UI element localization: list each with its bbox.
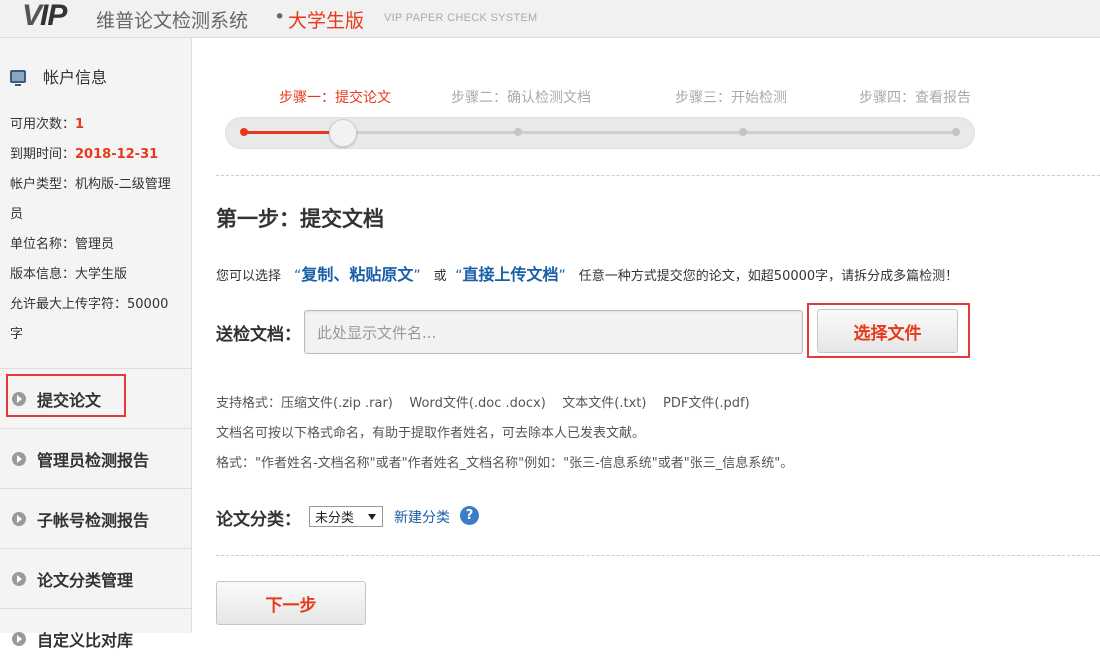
submit-instructions: 您可以选择 “复制、粘贴原文” 或 “直接上传文档” 任意一种方式提交您的论文，…: [216, 261, 958, 285]
account-info: 可用次数：1 到期时间：2018-12-31 帐户类型：机构版-二级管理员 单位…: [10, 110, 180, 350]
step-2-label: 步骤二：确认检测文档: [451, 90, 591, 106]
edition-label: 大学生版: [288, 10, 365, 32]
divider-top: [216, 175, 1100, 176]
step-3-label: 步骤三：开始检测: [675, 90, 787, 106]
nav-subaccount-reports[interactable]: 子帐号检测报告: [0, 488, 191, 548]
help-icon[interactable]: ?: [460, 506, 479, 525]
account-header: 帐户信息: [10, 64, 107, 88]
option-upload-file[interactable]: 直接上传文档: [462, 265, 558, 284]
dropdown-arrow-icon: [368, 514, 376, 520]
remaining-uses-value: 1: [75, 117, 85, 132]
version-info: 版本信息：大学生版: [10, 267, 128, 282]
expiry-date-value: 2018-12-31: [75, 147, 159, 162]
option-paste-text[interactable]: 复制、粘贴原文: [301, 265, 413, 284]
logo[interactable]: V IP: [22, 0, 67, 36]
play-circle-icon: [12, 571, 26, 586]
nav-custom-library[interactable]: 自定义比对库: [0, 608, 191, 668]
title-separator: •: [274, 6, 286, 28]
submit-paper-highlight: [6, 374, 126, 417]
max-upload-chars: 允许最大上传字符：50000字: [10, 297, 169, 342]
divider-bottom: [216, 555, 1100, 556]
nav-label: 自定义比对库: [37, 630, 134, 650]
english-title: VIP PAPER CHECK SYSTEM: [384, 12, 538, 24]
naming-example: 格式："作者姓名-文档名称"或者"作者姓名_文档名称"例如："张三-信息系统"或…: [216, 456, 794, 471]
play-circle-icon: [12, 631, 26, 646]
page-title: 第一步：提交文档: [216, 207, 384, 231]
naming-tip: 文档名可按以下格式命名，有助于提取作者姓名，可去除本人已发表文献。: [216, 426, 646, 441]
choose-file-button[interactable]: 选择文件: [817, 309, 958, 353]
expiry-date: 到期时间：2018-12-31: [10, 140, 180, 170]
supported-formats: 支持格式：压缩文件(.zip .rar) Word文件(.doc .docx) …: [216, 396, 750, 411]
desc-prefix: 您可以选择: [216, 269, 282, 284]
file-label: 送检文档：: [216, 325, 301, 345]
category-select[interactable]: 未分类: [309, 506, 383, 527]
step-node-2: [514, 128, 522, 136]
progress-knob: [329, 119, 357, 147]
quote-open: “: [285, 268, 302, 284]
nav-label: 子帐号检测报告: [37, 510, 150, 530]
remaining-uses-label: 可用次数：: [10, 117, 76, 132]
upload-notes: 支持格式：压缩文件(.zip .rar) Word文件(.doc .docx) …: [216, 389, 793, 479]
nav-category-management[interactable]: 论文分类管理: [0, 548, 191, 608]
site-name: 维普论文检测系统: [96, 10, 249, 32]
expiry-date-label: 到期时间：: [10, 147, 76, 162]
account-type: 帐户类型：机构版-二级管理员: [10, 177, 171, 222]
sidebar: 帐户信息 可用次数：1 到期时间：2018-12-31 帐户类型：机构版-二级管…: [0, 38, 192, 650]
nav-label: 论文分类管理: [37, 570, 134, 590]
step-1-label[interactable]: 步骤一：提交论文: [279, 87, 391, 107]
logo-v: V: [22, 0, 42, 32]
desc-suffix: 任意一种方式提交您的论文，如超50000字，请拆分成多篇检测！: [578, 269, 959, 284]
next-step-button[interactable]: 下一步: [216, 581, 366, 625]
remaining-uses: 可用次数：1: [10, 110, 180, 140]
account-title: 帐户信息: [43, 68, 108, 87]
play-circle-icon: [12, 511, 26, 526]
logo-ip: IP: [40, 0, 67, 32]
step-node-4: [952, 128, 960, 136]
step-node-1: [240, 128, 248, 136]
step-4-label: 步骤四：查看报告: [859, 90, 971, 106]
quote-close: ”: [413, 268, 430, 284]
organization-name: 单位名称：管理员: [10, 237, 115, 252]
header: V IP 维普论文检测系统 • 大学生版 VIP PAPER CHECK SYST…: [0, 0, 1100, 38]
new-category-link[interactable]: 新建分类: [394, 507, 450, 527]
monitor-icon: [10, 69, 26, 86]
nav-admin-reports[interactable]: 管理员检测报告: [0, 428, 191, 488]
category-selected: 未分类: [315, 511, 355, 526]
play-circle-icon: [12, 451, 26, 466]
desc-or: 或: [433, 269, 447, 284]
category-label: 论文分类：: [216, 510, 301, 530]
file-name-field[interactable]: 此处显示文件名...: [304, 310, 803, 354]
quote-close: ”: [558, 268, 575, 284]
step-node-3: [739, 128, 747, 136]
quote-open: “: [450, 268, 463, 284]
nav-label: 管理员检测报告: [37, 450, 150, 470]
